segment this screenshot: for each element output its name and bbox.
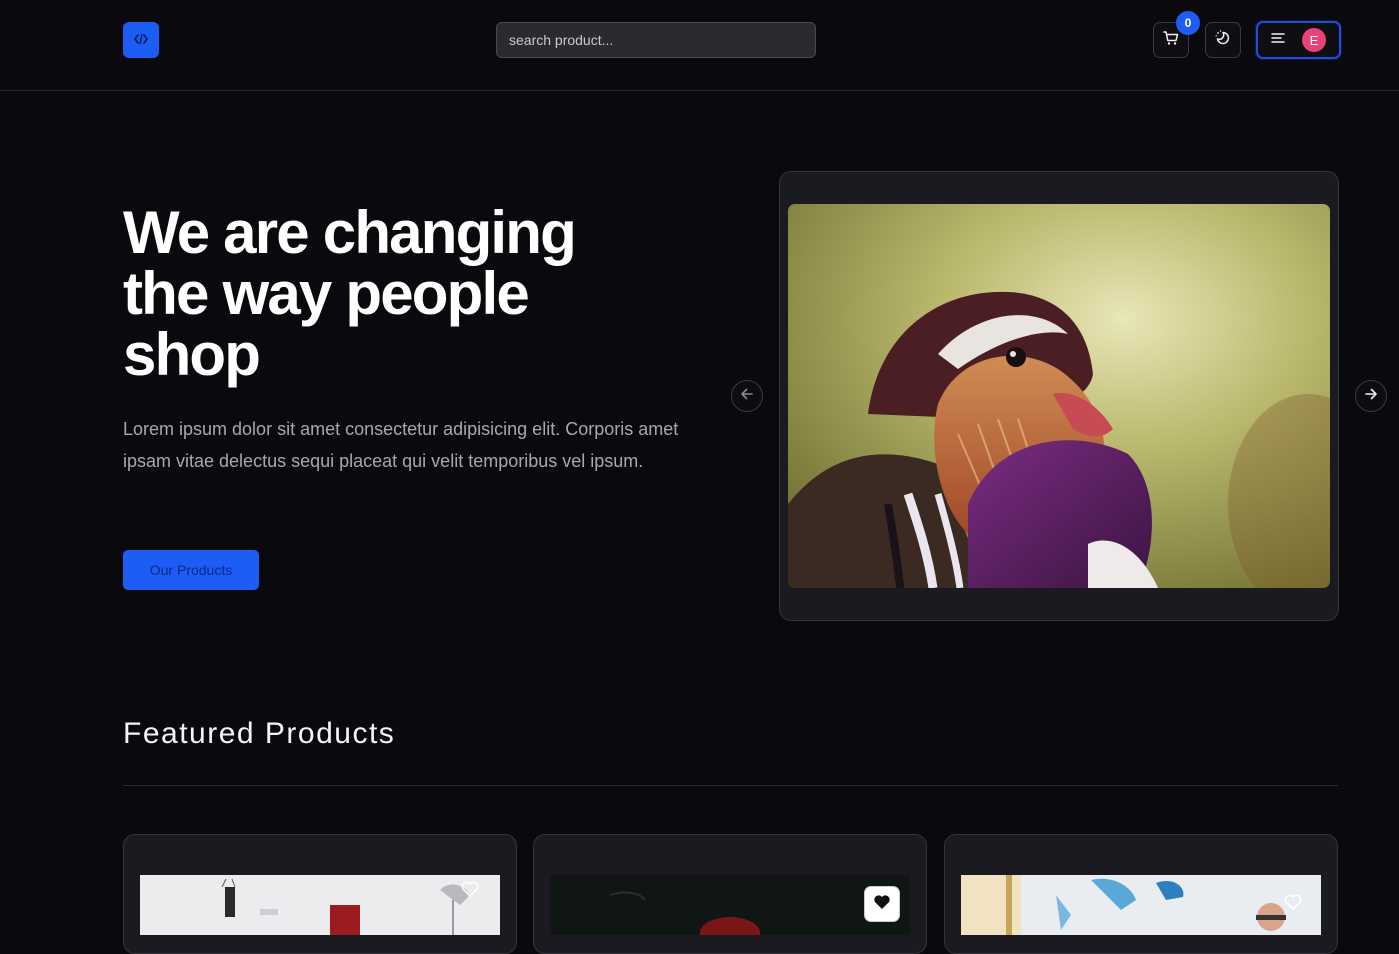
section-divider	[123, 785, 1338, 786]
product-image	[550, 875, 910, 935]
code-icon	[134, 31, 148, 49]
home-logo-button[interactable]	[123, 22, 159, 58]
product-card[interactable]	[944, 834, 1338, 954]
user-avatar: E	[1302, 28, 1326, 52]
heart-filled-icon	[873, 894, 891, 915]
featured-products-title: Featured Products	[123, 717, 396, 750]
our-products-button[interactable]: Our Products	[123, 550, 259, 590]
arrow-right-icon	[1364, 387, 1378, 406]
theme-toggle-button[interactable]	[1205, 22, 1241, 58]
hero-carousel	[779, 171, 1339, 621]
hero-title: We are changing the way people shop	[123, 199, 577, 388]
cart-count-badge: 0	[1176, 11, 1200, 35]
favorite-button[interactable]	[452, 873, 488, 909]
moon-icon	[1214, 29, 1232, 52]
navbar: 0 E	[0, 0, 1399, 91]
product-image	[961, 875, 1321, 935]
menu-icon	[1271, 31, 1285, 49]
product-card[interactable]	[123, 834, 517, 954]
arrow-left-icon	[740, 387, 754, 406]
hero-description: Lorem ipsum dolor sit amet consectetur a…	[123, 419, 679, 471]
search-input[interactable]	[496, 22, 816, 58]
heart-outline-icon	[461, 881, 479, 902]
carousel-next-button[interactable]	[1355, 380, 1387, 412]
carousel-slide-image	[788, 204, 1330, 588]
carousel-prev-button[interactable]	[731, 380, 763, 412]
heart-outline-icon	[1284, 894, 1302, 915]
product-image	[140, 875, 500, 935]
product-card[interactable]	[533, 834, 927, 954]
user-menu-button[interactable]: E	[1256, 21, 1341, 59]
cart-icon	[1163, 30, 1179, 51]
